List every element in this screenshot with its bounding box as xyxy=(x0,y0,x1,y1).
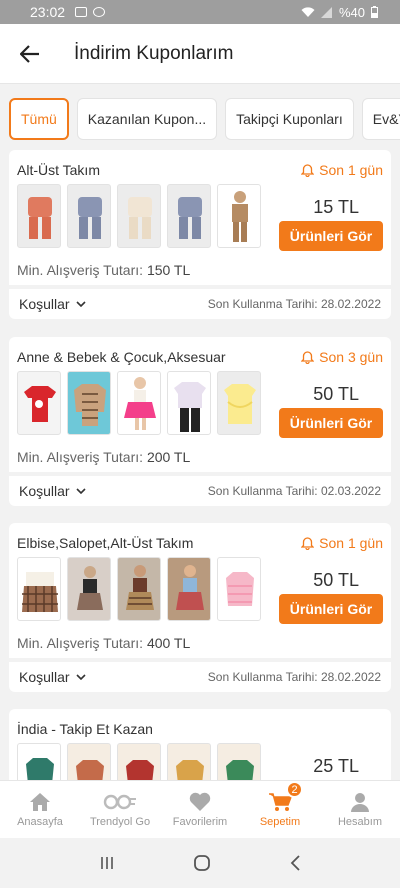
bottom-navigation: Anasayfa Trendyol Go Favorilerim Sepetim… xyxy=(0,780,400,838)
cart-badge: 2 xyxy=(286,781,303,798)
nav-home[interactable]: Anasayfa xyxy=(0,781,80,838)
recent-apps-icon[interactable] xyxy=(99,855,115,871)
product-thumbnail[interactable] xyxy=(167,743,211,780)
filter-chip-follower[interactable]: Takipçi Kuponları xyxy=(225,98,354,140)
product-thumbnail[interactable] xyxy=(217,557,261,621)
filter-chip-all[interactable]: Tümü xyxy=(9,98,69,140)
coupon-title: İndia - Takip Et Kazan xyxy=(17,721,153,737)
filter-chip-home[interactable]: Ev&Yaş xyxy=(361,98,400,140)
nav-favorites[interactable]: Favorilerim xyxy=(160,781,240,838)
expiry-date: Son Kullanma Tarihi: 28.02.2022 xyxy=(207,297,381,311)
time-left: Son 3 gün xyxy=(319,349,383,365)
coupon-card: Alt-Üst Takım Son 1 gün 15 TL Ürünleri G… xyxy=(9,150,391,319)
app-header: İndirim Kuponlarım xyxy=(0,24,400,84)
home-button-icon[interactable] xyxy=(193,854,211,872)
battery-icon xyxy=(371,6,378,18)
min-spend-value: 150 TL xyxy=(146,262,191,278)
heart-icon xyxy=(189,792,211,811)
wifi-icon xyxy=(301,6,315,17)
conditions-toggle[interactable]: Koşullar xyxy=(19,669,86,685)
product-thumbnail[interactable] xyxy=(217,371,261,435)
product-thumbnail[interactable] xyxy=(217,184,261,248)
bell-icon xyxy=(301,536,315,550)
coupon-amount: 25 TL xyxy=(313,756,359,776)
bell-icon xyxy=(301,163,315,177)
coupon-card: Elbise,Salopet,Alt-Üst Takım Son 1 gün 5… xyxy=(9,523,391,692)
coupon-card: İndia - Takip Et Kazan 25 TL xyxy=(9,709,391,780)
product-thumbnail[interactable] xyxy=(67,557,111,621)
coupon-card: Anne & Bebek & Çocuk,Aksesuar Son 3 gün … xyxy=(9,337,391,506)
nav-trendyol-go[interactable]: Trendyol Go xyxy=(80,781,160,838)
product-thumbnail[interactable] xyxy=(117,743,161,780)
coupon-amount: 50 TL xyxy=(313,384,359,404)
product-thumbnail[interactable] xyxy=(17,557,61,621)
battery-text: %40 xyxy=(338,4,365,20)
product-thumbnail[interactable] xyxy=(117,557,161,621)
product-thumbnail[interactable] xyxy=(17,743,61,780)
chevron-down-icon xyxy=(76,488,86,494)
see-products-button[interactable]: Ürünleri Gör xyxy=(279,408,383,438)
nav-account[interactable]: Hesabım xyxy=(320,781,400,838)
expiry-date: Son Kullanma Tarihi: 02.03.2022 xyxy=(207,484,381,498)
page-title: İndirim Kuponlarım xyxy=(74,42,234,64)
chevron-down-icon xyxy=(76,301,86,307)
bell-icon xyxy=(301,350,315,364)
min-spend-value: 400 TL xyxy=(146,635,191,651)
chevron-down-icon xyxy=(76,674,86,680)
product-thumbnail[interactable] xyxy=(167,557,211,621)
coupon-title: Anne & Bebek & Çocuk,Aksesuar xyxy=(17,349,226,365)
product-thumbnail[interactable] xyxy=(117,371,161,435)
filter-chips: Tümü Kazanılan Kupon... Takipçi Kuponlar… xyxy=(0,84,400,154)
coupon-title: Elbise,Salopet,Alt-Üst Takım xyxy=(17,535,194,551)
time-left: Son 1 gün xyxy=(319,535,383,551)
product-thumbnail[interactable] xyxy=(67,743,111,780)
coupon-amount: 15 TL xyxy=(313,197,359,217)
product-thumbnail[interactable] xyxy=(117,184,161,248)
status-time: 23:02 xyxy=(30,4,66,20)
conditions-toggle[interactable]: Koşullar xyxy=(19,483,86,499)
see-products-button[interactable]: Ürünleri Gör xyxy=(279,594,383,624)
product-thumbnail[interactable] xyxy=(167,371,211,435)
product-thumbnail[interactable] xyxy=(167,184,211,248)
product-thumbnail[interactable] xyxy=(217,743,261,780)
coupon-amount: 50 TL xyxy=(313,570,359,590)
back-button[interactable] xyxy=(0,24,60,84)
image-notification-icon xyxy=(75,7,88,17)
coupon-title: Alt-Üst Takım xyxy=(17,162,100,178)
product-thumbnail[interactable] xyxy=(67,371,111,435)
trendyol-go-icon xyxy=(103,794,136,809)
product-thumbnail[interactable] xyxy=(67,184,111,248)
min-spend-label: Min. Alışveriş Tutarı: xyxy=(17,635,144,651)
min-spend-label: Min. Alışveriş Tutarı: xyxy=(17,449,144,465)
system-navigation-bar xyxy=(0,838,400,888)
min-spend-label: Min. Alışveriş Tutarı: xyxy=(17,262,144,278)
home-icon xyxy=(30,792,50,811)
back-nav-icon[interactable] xyxy=(289,854,301,872)
product-thumbnail[interactable] xyxy=(17,371,61,435)
filter-chip-earned[interactable]: Kazanılan Kupon... xyxy=(76,98,218,140)
conditions-toggle[interactable]: Koşullar xyxy=(19,296,86,312)
messenger-notification-icon xyxy=(93,7,106,17)
coupon-list: Alt-Üst Takım Son 1 gün 15 TL Ürünleri G… xyxy=(0,148,400,780)
arrow-left-icon xyxy=(20,44,39,63)
min-spend-value: 200 TL xyxy=(146,449,191,465)
user-icon xyxy=(351,792,369,812)
nav-cart[interactable]: Sepetim 2 xyxy=(240,781,320,838)
product-thumbnail[interactable] xyxy=(17,184,61,248)
time-left: Son 1 gün xyxy=(319,162,383,178)
see-products-button[interactable]: Ürünleri Gör xyxy=(279,221,383,251)
signal-icon xyxy=(320,6,332,18)
status-bar: 23:02 %40 xyxy=(0,0,400,24)
expiry-date: Son Kullanma Tarihi: 28.02.2022 xyxy=(207,670,381,684)
